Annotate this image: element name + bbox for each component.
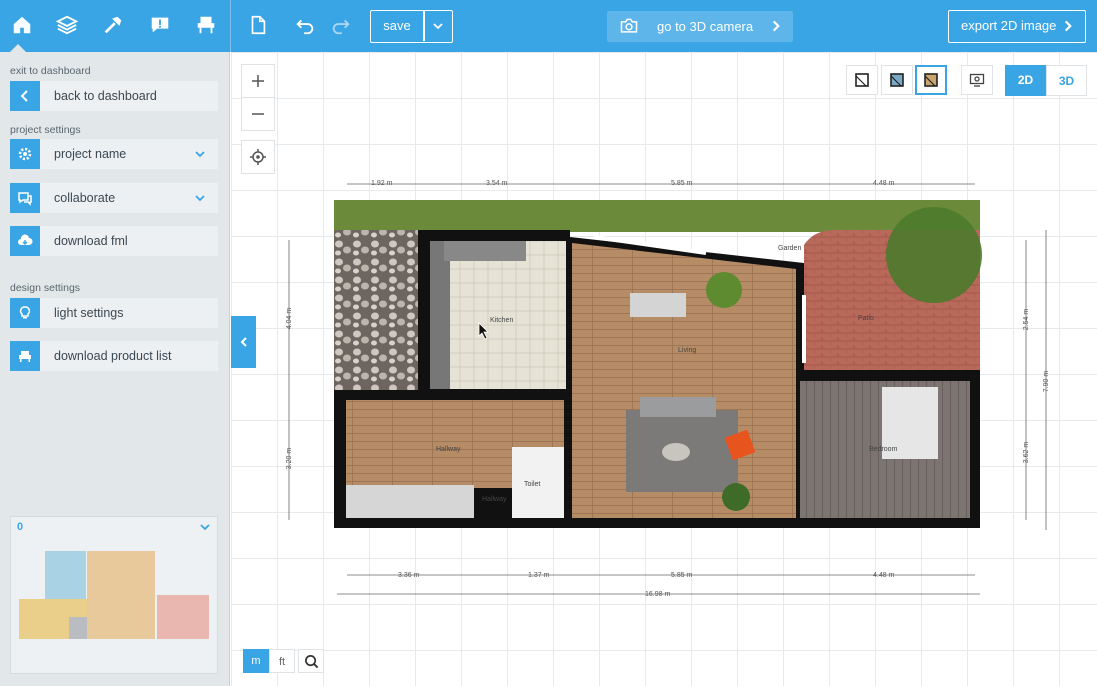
floorplan-drawing[interactable]: [334, 185, 1024, 535]
room-label-toilet: Toilet: [524, 481, 541, 488]
room-label-living: Living: [678, 347, 697, 354]
room-label-hallway: Hallway: [436, 446, 461, 453]
unit-imperial-button[interactable]: ft: [269, 649, 295, 673]
room-label-garden: Garden: [778, 245, 802, 252]
unit-metric-button[interactable]: m: [243, 649, 269, 673]
room-label-bedroom: Bedroom: [869, 446, 898, 453]
room-label-kitchen: Kitchen: [490, 317, 514, 324]
mouse-cursor-icon: [478, 322, 489, 340]
room-label-patio: Patio: [858, 315, 874, 322]
room-label-hallway-small: Hallway: [482, 496, 507, 503]
magnifier-measure-icon: [304, 654, 318, 668]
measure-tool-button[interactable]: [298, 649, 324, 673]
